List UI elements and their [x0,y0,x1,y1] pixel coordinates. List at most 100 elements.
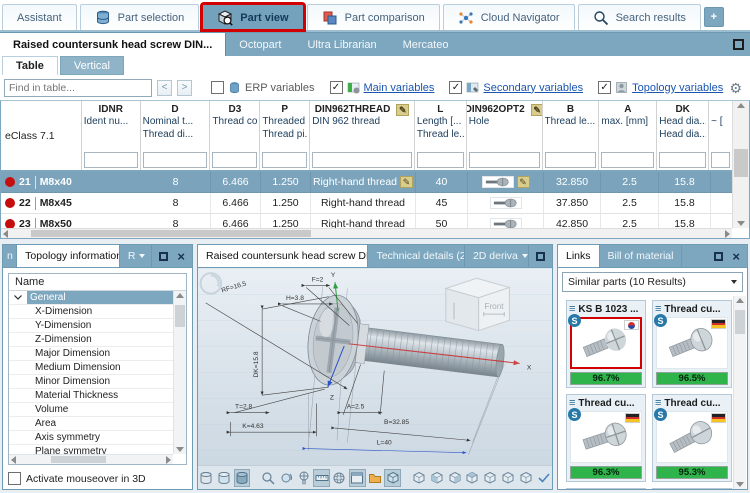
scroll-down-icon[interactable] [737,221,745,226]
tab-vertical[interactable]: Vertical [60,56,124,75]
panel-layout-icon[interactable] [349,469,366,487]
column-header-din962opt2[interactable]: DIN962OPT2✎ Hole [467,101,543,170]
cell-a[interactable]: 2.5 [601,214,659,228]
part-thumbnail[interactable] [570,411,642,463]
screw-top-icon[interactable] [295,469,312,487]
scrollbar-thumb[interactable] [31,230,311,237]
cell-d3[interactable]: 6.466 [211,214,261,228]
scrollbar-thumb[interactable] [734,149,748,177]
column-header-partial[interactable]: ~ [ [709,101,732,170]
column-header-dk[interactable]: DK Head dia... Head dia... [657,101,709,170]
render-solid-icon[interactable] [234,469,251,487]
tree-group-general[interactable]: General [9,291,173,305]
view-left-icon[interactable] [464,469,481,487]
similar-part-card[interactable]: ≡KS B 1023 ... S 96.7% [566,300,646,388]
doc-tab-part[interactable]: Raised countersunk head screw DIN... [0,33,226,56]
wire-globe-icon[interactable] [331,469,348,487]
tab-links[interactable]: Links [558,245,600,267]
maximize-icon[interactable] [714,252,723,261]
list-horizontal-scrollbar[interactable] [9,454,173,464]
cell-opt2[interactable] [468,214,544,228]
tab-cloud-navigator[interactable]: Cloud Navigator [443,4,575,30]
column-header-din962thread[interactable]: DIN962THREAD✎ DIN 962 thread [310,101,415,170]
column-header-d[interactable]: D Nominal t... Thread di... [141,101,211,170]
add-tab-button[interactable]: + [704,7,724,27]
list-item[interactable]: Z-Dimension [9,333,173,347]
maximize-icon[interactable] [536,252,545,261]
render-wireframe-icon[interactable] [198,469,215,487]
tab-r-dropdown[interactable]: R [120,245,153,267]
3d-viewport[interactable]: Front [198,268,552,465]
cube-view-icon[interactable] [384,469,401,487]
collapse-icon[interactable] [9,291,27,304]
column-header-d3[interactable]: D3 Thread co... [210,101,260,170]
scroll-left-icon[interactable] [11,456,16,464]
view-iso-icon[interactable] [411,469,428,487]
cell-p[interactable]: 1.250 [261,214,311,228]
list-item[interactable]: Medium Dimension [9,361,173,375]
scroll-down-icon[interactable] [736,482,744,487]
tab-part-comparison[interactable]: Part comparison [307,4,440,30]
main-variables-checkbox[interactable]: ✓ [330,81,343,94]
list-item[interactable]: Y-Dimension [9,319,173,333]
cell-opt2[interactable] [468,193,544,213]
tab-topology-information[interactable]: Topology information [17,245,120,267]
topology-variables-checkbox[interactable]: ✓ [598,81,611,94]
topology-variables-link[interactable]: Topology variables [632,82,723,94]
cell-opt2[interactable]: ✎ [468,172,544,192]
cell-l[interactable]: 45 [416,193,468,213]
column-filter-input[interactable] [601,152,654,168]
pencil-icon[interactable]: ✎ [400,176,413,188]
secondary-variables-checkbox[interactable]: ✓ [449,81,462,94]
cell-a[interactable]: 2.5 [601,193,659,213]
erp-variables-checkbox[interactable] [211,81,224,94]
column-filter-input[interactable] [469,152,540,168]
cell-d3[interactable]: 6.466 [211,172,261,192]
cell-d[interactable]: 8 [141,214,211,228]
column-filter-input[interactable] [143,152,208,168]
column-filter-input[interactable] [212,152,257,168]
column-header-idnr[interactable]: IDNR Ident nu... [82,101,141,170]
cell-partial[interactable] [711,193,734,213]
scroll-up-icon[interactable] [737,103,745,108]
column-filter-input[interactable] [711,152,730,168]
part-thumbnail[interactable] [656,317,728,369]
cell-dk[interactable]: 15.8 [659,172,711,192]
dropdown-button[interactable] [725,273,742,291]
scroll-up-icon[interactable] [176,293,184,298]
doc-tab-mercateo[interactable]: Mercateo [390,33,462,56]
tab-part-3d[interactable]: Raised countersunk head screw DIN... [198,245,368,267]
scroll-up-icon[interactable] [736,298,744,303]
similar-part-card[interactable]: ≡Thread cu... S 96.3% [566,394,646,482]
folder-icon[interactable] [367,469,384,487]
column-filter-input[interactable] [417,152,464,168]
list-item[interactable]: Area [9,417,173,431]
column-filter-input[interactable] [312,152,412,168]
close-icon[interactable]: × [177,250,185,263]
cell-partial[interactable] [711,172,734,192]
gear-icon[interactable]: ⚙ [729,81,742,95]
measure-icon[interactable] [313,469,330,487]
list-item[interactable]: Major Dimension [9,347,173,361]
cell-l[interactable]: 50 [416,214,468,228]
column-filter-input[interactable] [84,152,138,168]
list-item[interactable]: Material Thickness [9,389,173,403]
view-top-icon[interactable] [500,469,517,487]
cell-d[interactable]: 8 [141,172,211,192]
restore-window-icon[interactable] [733,39,744,50]
similar-part-card[interactable] [652,488,732,489]
cell-dk[interactable]: 15.8 [659,193,711,213]
tab-assistant[interactable]: Assistant [2,4,77,30]
table-vertical-scrollbar[interactable] [732,101,749,228]
cell-thread[interactable]: Right-hand thread [311,214,416,228]
table-horizontal-scrollbar[interactable] [1,228,732,238]
tab-part-selection[interactable]: Part selection [80,4,200,30]
scroll-down-icon[interactable] [176,447,184,452]
column-filter-input[interactable] [545,152,597,168]
list-item[interactable]: Minor Dimension [9,375,173,389]
list-vertical-scrollbar[interactable] [173,291,186,454]
column-header-l[interactable]: L Length [... Thread le... [415,101,467,170]
mouseover-3d-checkbox[interactable] [8,472,21,485]
column-header-a[interactable]: A max. [mm] [599,101,657,170]
cell-p[interactable]: 1.250 [261,172,311,192]
